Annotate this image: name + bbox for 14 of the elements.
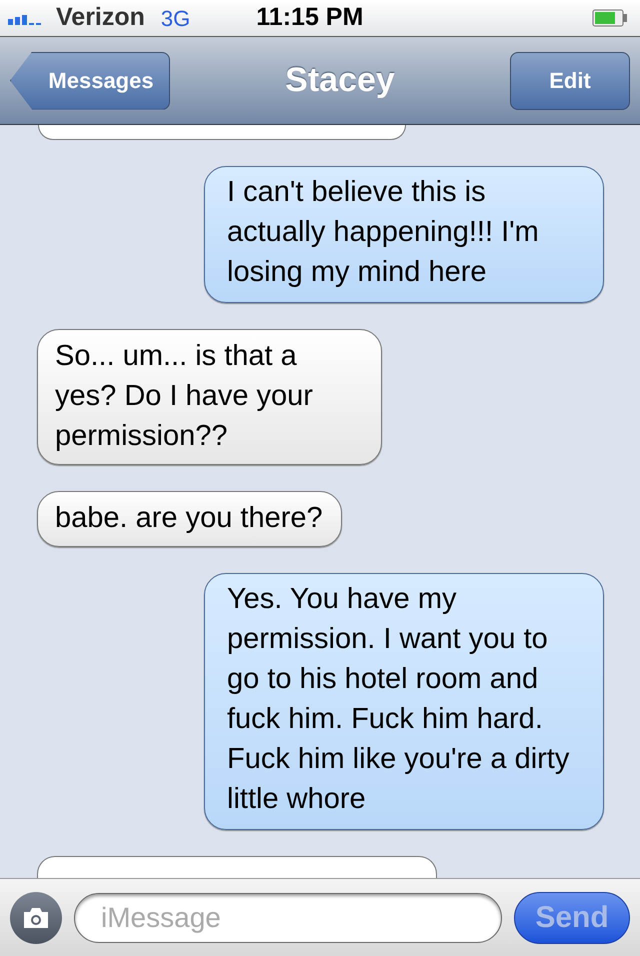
camera-button[interactable] — [10, 892, 62, 944]
battery-icon — [592, 9, 628, 27]
edit-button[interactable]: Edit — [510, 52, 630, 110]
camera-icon — [21, 906, 51, 930]
clock: 11:15 PM — [256, 2, 364, 34]
message-bubble: I can't believe this is actually happening!!! I'm losing my mind here — [204, 166, 604, 303]
message-bubble: So... um... is that a yes? Do I have your permission?? — [37, 329, 382, 465]
message-field[interactable]: iMessage — [74, 892, 502, 942]
back-button[interactable]: Messages — [10, 52, 170, 110]
message-bubble: babe. are you there? — [37, 491, 342, 547]
message-bubble: Yes. You have my permission. I want you to go to his hotel room and fuck him. Fuck him hard. Fuck him like you're a dirty little whore — [204, 573, 604, 830]
conversation-title: Stacey — [284, 60, 396, 101]
carrier-name: Verizon — [56, 2, 145, 34]
network-type: 3G — [160, 4, 190, 32]
